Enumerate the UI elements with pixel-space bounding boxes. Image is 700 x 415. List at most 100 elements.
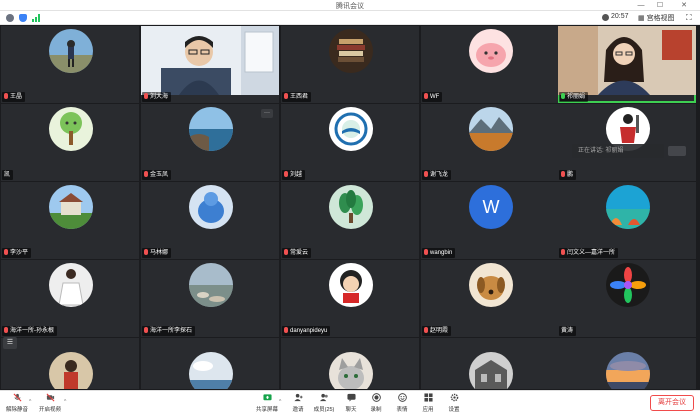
participant-nameplate: 赵明霞 — [422, 326, 452, 336]
mic-muted-icon — [561, 171, 565, 177]
mic-muted-icon — [4, 327, 8, 333]
leave-meeting-button[interactable]: 离开会议 — [650, 395, 694, 411]
more-options-icon[interactable]: ··· — [261, 109, 273, 118]
participant-tile[interactable] — [141, 338, 279, 389]
apps-icon — [423, 393, 433, 402]
participant-avatar — [469, 107, 513, 151]
mic-muted-icon — [424, 171, 428, 177]
participant-avatar — [49, 107, 93, 151]
participant-nameplate: 黄涛 — [559, 326, 577, 336]
participant-name: 闫文义—嘉洋一所 — [567, 250, 616, 256]
participant-tile[interactable]: 凯 — [1, 104, 139, 181]
mic-muted-icon — [424, 93, 428, 99]
participant-tile[interactable]: 闫文义—嘉洋一所 — [558, 182, 696, 259]
participant-tile[interactable]: 赵明霞 — [421, 260, 559, 337]
participant-tile[interactable]: 刘大海 — [141, 26, 279, 103]
participant-video — [141, 26, 279, 95]
participant-tile[interactable]: 刘越 — [281, 104, 419, 181]
invite-icon — [293, 393, 303, 402]
unmute-button[interactable]: 解除静音 — [2, 393, 32, 415]
signal-icon[interactable] — [32, 14, 41, 22]
participant-nameplate: 海洋一所-孙永根 — [2, 326, 57, 336]
participant-avatar — [606, 263, 650, 307]
minimize-icon[interactable]: — — [633, 0, 649, 11]
participant-tile[interactable] — [421, 338, 559, 389]
start-video-label: 开启视频 — [38, 407, 61, 413]
participant-tile[interactable] — [281, 338, 419, 389]
participant-nameplate: 马林娜 — [142, 248, 172, 258]
view-mode-button[interactable]: ▦ 宫格视图 — [638, 13, 675, 23]
participant-avatar — [329, 352, 373, 389]
chat-icon — [346, 393, 356, 402]
participant-tile[interactable]: Wwangbin — [421, 182, 559, 259]
reactions-icon — [397, 393, 407, 402]
mic-muted-icon — [424, 249, 428, 255]
participant-nameplate: 常爱云 — [282, 248, 312, 258]
participant-nameplate: 金玉凤 — [142, 170, 172, 180]
participant-nameplate: 李沙平 — [2, 248, 32, 258]
members-label: 成员(25) — [313, 407, 335, 413]
mic-muted-icon — [144, 93, 148, 99]
list-toggle-icon[interactable]: ☰ — [3, 337, 17, 349]
meeting-infobar: 20:57 ▦ 宫格视图 ⛶ — [0, 11, 700, 25]
participant-name: 王晶 — [10, 94, 23, 100]
participant-name: 金玉凤 — [150, 172, 169, 178]
info-icon[interactable] — [6, 14, 14, 22]
mic-muted-icon — [144, 249, 148, 255]
participant-name: WF — [430, 94, 440, 100]
shield-icon[interactable] — [19, 14, 27, 22]
camera-off-icon — [46, 393, 54, 402]
speaking-name: 祁丽娟 — [605, 148, 624, 154]
share-options-chevron-icon[interactable]: ^ — [279, 399, 281, 405]
mic-options-chevron-icon[interactable]: ^ — [29, 399, 31, 405]
speaking-expand-button[interactable] — [668, 146, 686, 156]
participant-grid: 王晶 刘大海 王西君 WF 祁丽娟凯 金玉凤 ··· 刘越 谢飞龙 鹏李沙平 马林娜 常爱云 Wwang… — [0, 25, 700, 390]
close-icon[interactable]: ✕ — [676, 0, 692, 11]
video-options-chevron-icon[interactable]: ^ — [64, 399, 66, 405]
participant-name: 刘越 — [290, 172, 303, 178]
participant-name: 常爱云 — [290, 250, 309, 256]
settings-button[interactable]: 设置 — [439, 393, 469, 415]
participant-tile[interactable]: 王西君 — [281, 26, 419, 103]
maximize-icon[interactable]: ☐ — [652, 0, 668, 11]
participant-tile[interactable]: 鹏 — [558, 104, 696, 181]
participant-tile[interactable]: 海洋一所-孙永根 — [1, 260, 139, 337]
participant-tile[interactable]: danyanpideyu — [281, 260, 419, 337]
participant-avatar — [329, 185, 373, 229]
participant-tile[interactable]: 祁丽娟 — [558, 26, 696, 103]
participant-tile[interactable]: 黄涛 — [558, 260, 696, 337]
participant-tile[interactable]: 李沙平 — [1, 182, 139, 259]
mic-muted-icon — [561, 249, 565, 255]
participant-tile[interactable]: 常爱云 — [281, 182, 419, 259]
participant-avatar — [189, 185, 233, 229]
fullscreen-icon[interactable]: ⛶ — [686, 13, 692, 23]
participant-avatar — [329, 107, 373, 151]
share-screen-button[interactable]: 共享屏幕 — [252, 393, 282, 415]
members-button[interactable]: 成员(25) — [309, 393, 339, 415]
participant-tile[interactable]: 谢飞龙 — [421, 104, 559, 181]
mic-muted-icon — [13, 393, 21, 402]
participant-name: 王西君 — [290, 94, 309, 100]
participant-name: 祁丽娟 — [567, 94, 586, 100]
participant-tile[interactable]: 海洋一所李探石 — [141, 260, 279, 337]
participant-nameplate: 谢飞龙 — [422, 170, 452, 180]
participant-tile[interactable]: WF — [421, 26, 559, 103]
participant-avatar — [49, 185, 93, 229]
participant-tile[interactable]: 金玉凤 ··· — [141, 104, 279, 181]
participant-tile[interactable] — [1, 338, 139, 389]
members-icon — [319, 393, 328, 402]
participant-tile[interactable]: 马林娜 — [141, 182, 279, 259]
gear-icon — [450, 393, 458, 402]
participant-avatar — [469, 29, 513, 73]
participant-tile[interactable]: 王晶 — [1, 26, 139, 103]
participant-tile[interactable] — [558, 338, 696, 389]
participant-name: 海洋一所-孙永根 — [10, 328, 54, 334]
participant-nameplate: 刘越 — [282, 170, 306, 180]
mic-muted-icon — [284, 171, 288, 177]
participant-avatar — [606, 352, 650, 389]
participant-name: 凯 — [4, 172, 11, 178]
speaking-prefix: 正在讲话: — [578, 148, 604, 154]
participant-nameplate: danyanpideyu — [282, 326, 331, 336]
participant-avatar: W — [469, 185, 513, 229]
start-video-button[interactable]: 开启视频 — [35, 393, 65, 415]
